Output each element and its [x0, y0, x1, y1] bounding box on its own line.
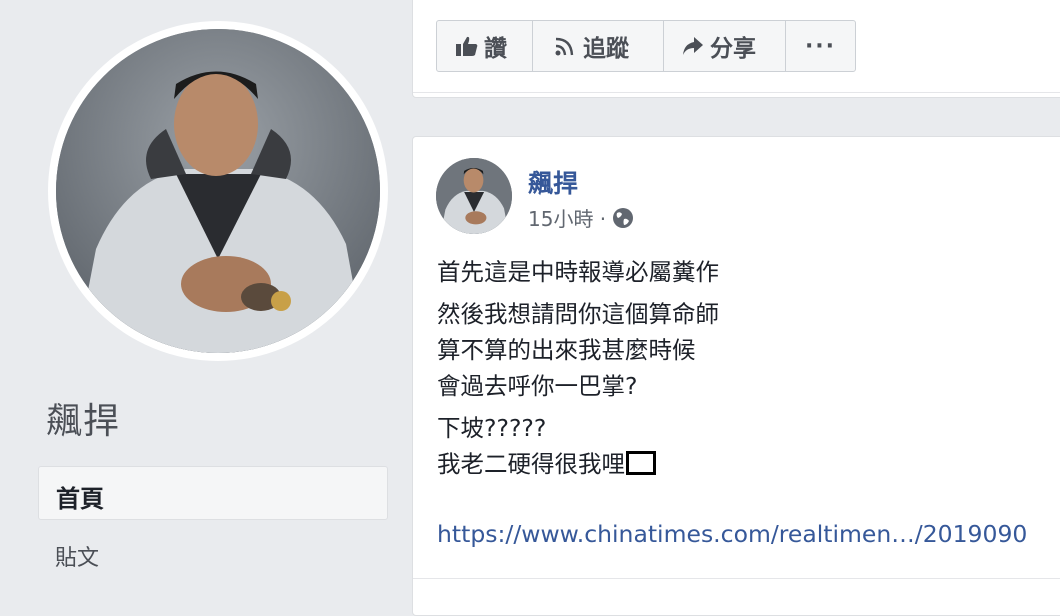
- profile-picture[interactable]: [56, 29, 380, 353]
- post-line: 我老二硬得很我哩: [437, 450, 625, 478]
- profile-picture-frame[interactable]: [48, 21, 388, 361]
- page-action-buttons: 讚 追蹤 分享 ···: [436, 20, 856, 72]
- thumbs-up-icon: [456, 36, 478, 56]
- post-paragraph: 下坡????? 我老二硬得很我哩: [437, 410, 719, 482]
- nav-item-posts[interactable]: 貼文: [55, 540, 99, 572]
- follow-label: 追蹤: [583, 36, 629, 62]
- post-line: 算不算的出來我甚麼時候: [437, 336, 696, 364]
- post-line: 然後我想請問你這個算命師: [437, 300, 719, 328]
- share-button[interactable]: 分享: [663, 20, 786, 72]
- nav-item-home[interactable]: 首頁: [38, 466, 388, 520]
- post-author-avatar[interactable]: [436, 158, 512, 234]
- divider: [413, 92, 1060, 93]
- follow-button[interactable]: 追蹤: [532, 20, 664, 72]
- post-author-name[interactable]: 飆捍: [528, 164, 578, 200]
- post-message: 首先這是中時報導必屬糞作 然後我想請問你這個算命師 算不算的出來我甚麼時候 會過…: [437, 254, 719, 488]
- missing-glyph-box: [626, 451, 656, 475]
- rss-icon: [555, 36, 577, 56]
- post-link[interactable]: https://www.chinatimes.com/realtimen…/20…: [437, 520, 1027, 548]
- share-arrow-icon: [682, 36, 704, 56]
- post-paragraph: 首先這是中時報導必屬糞作: [437, 254, 719, 290]
- like-label: 讚: [484, 36, 507, 62]
- nav-item-home-label: 首頁: [56, 485, 104, 513]
- post-time[interactable]: 15小時 ·: [528, 203, 606, 232]
- share-label: 分享: [710, 36, 756, 62]
- globe-icon[interactable]: [612, 207, 634, 229]
- post-timestamp[interactable]: 15小時 ·: [528, 203, 634, 232]
- like-button[interactable]: 讚: [436, 20, 533, 72]
- post-paragraph: 然後我想請問你這個算命師 算不算的出來我甚麼時候 會過去呼你一巴掌?: [437, 296, 719, 404]
- post-line: 會過去呼你一巴掌?: [437, 372, 638, 400]
- more-options-button[interactable]: ···: [785, 20, 856, 72]
- post-line: 下坡?????: [437, 414, 547, 442]
- divider: [413, 578, 1060, 579]
- post-line: 首先這是中時報導必屬糞作: [437, 258, 719, 286]
- page-name: 飆捍: [46, 401, 121, 442]
